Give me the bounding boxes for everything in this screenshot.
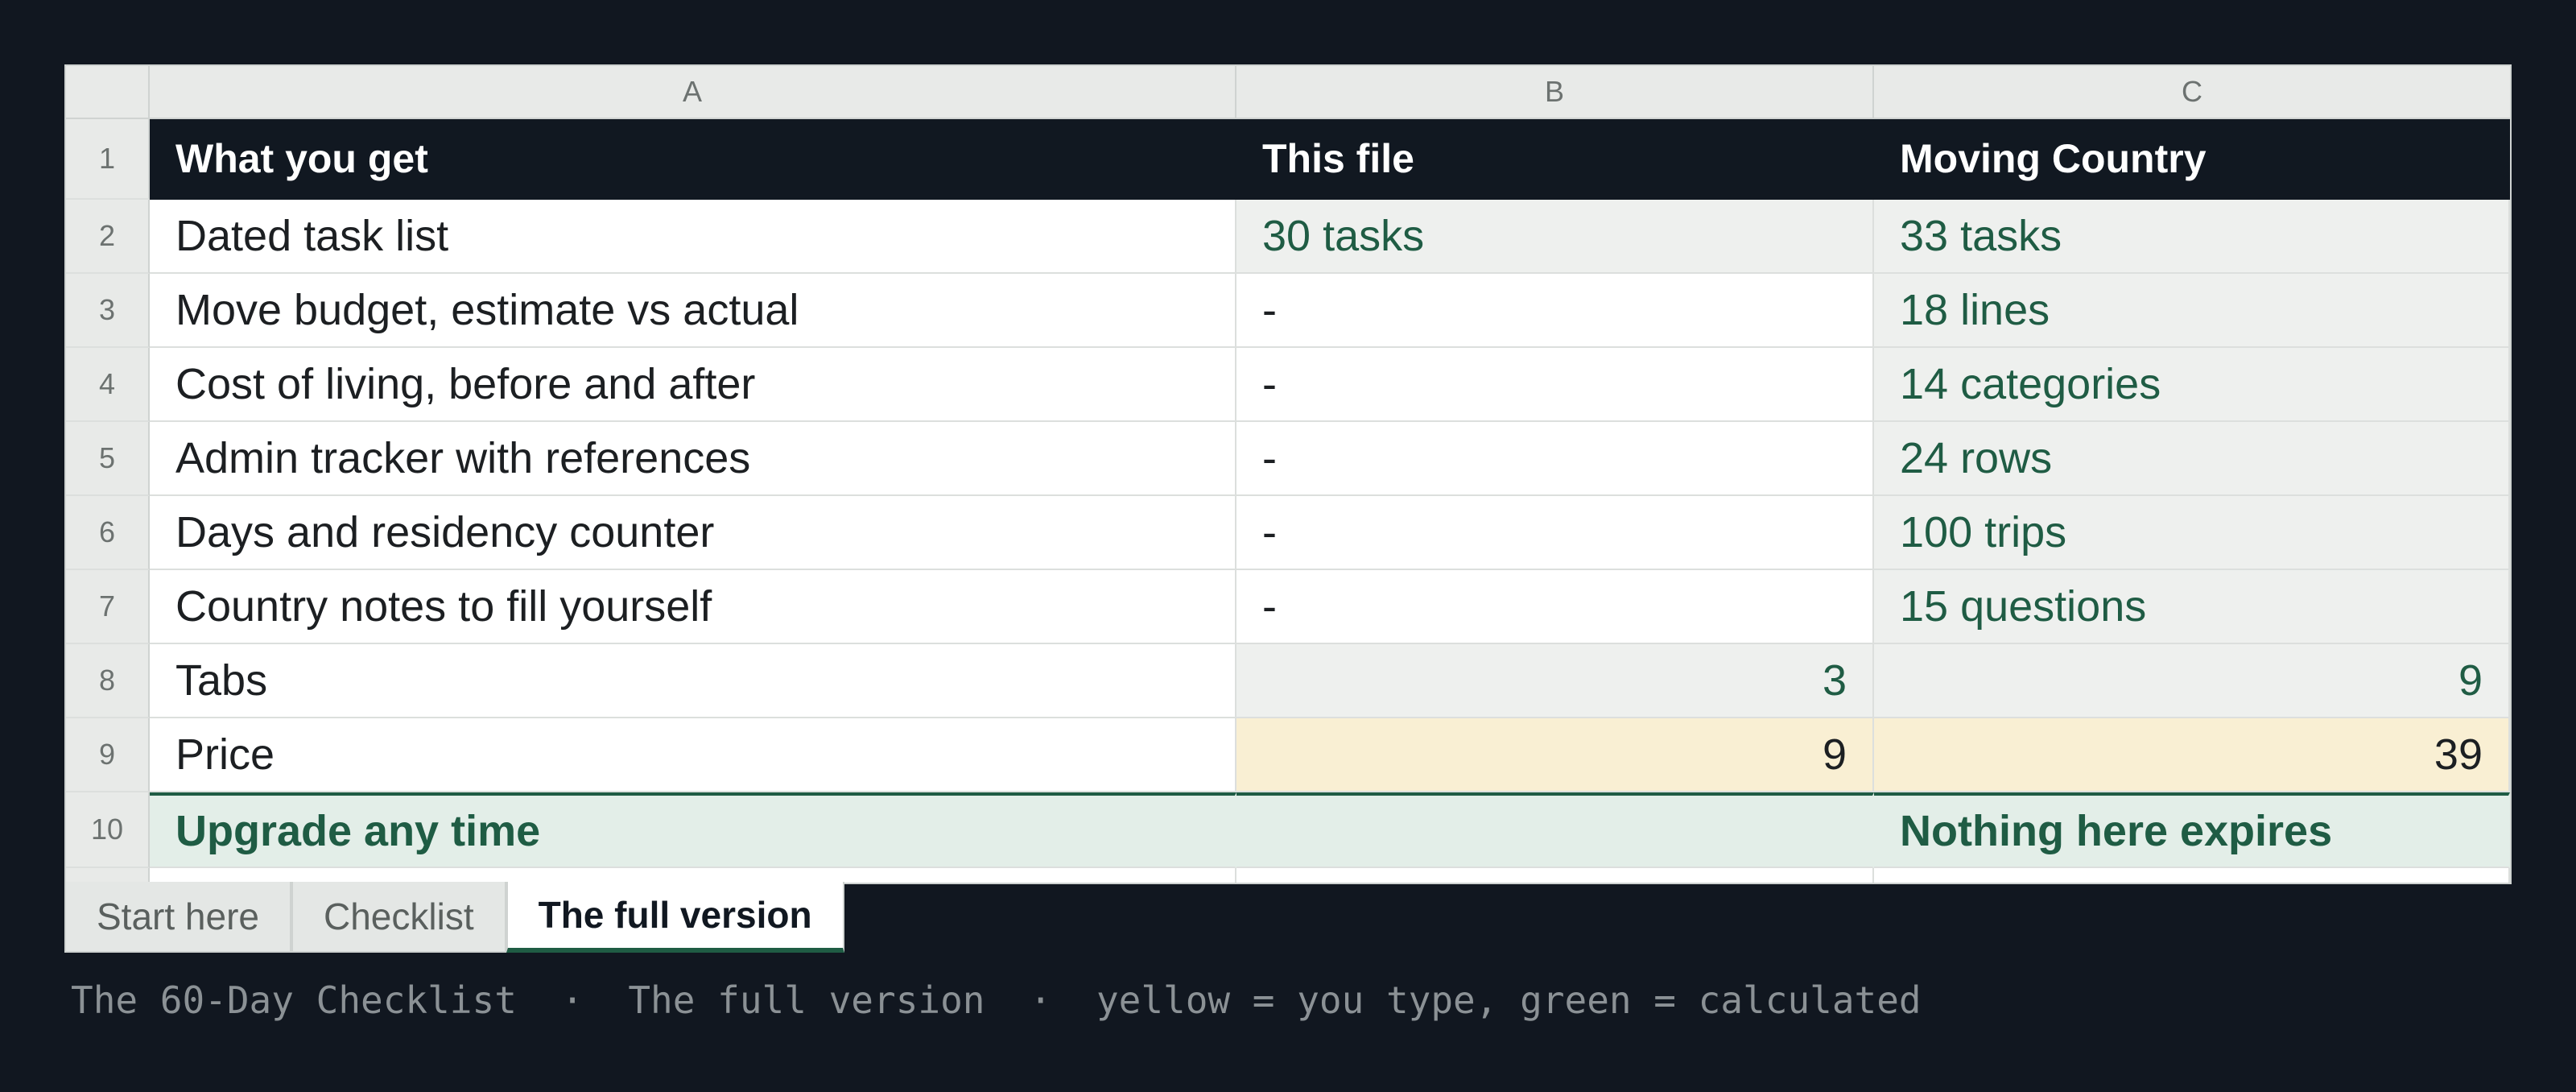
row-header-1[interactable]: 1 — [66, 119, 150, 200]
cell-c8[interactable]: 9 — [1874, 644, 2510, 718]
cell-c6[interactable]: 100 trips — [1874, 496, 2510, 570]
cell-a3[interactable]: Move budget, estimate vs actual — [150, 274, 1236, 348]
row-header-10[interactable]: 10 — [66, 792, 150, 868]
cell-a9[interactable]: Price — [150, 718, 1236, 792]
cell-c9[interactable]: 39 — [1874, 718, 2510, 792]
cell-a7[interactable]: Country notes to fill yourself — [150, 570, 1236, 644]
cell-a5[interactable]: Admin tracker with references — [150, 422, 1236, 496]
cell-b3[interactable]: - — [1236, 274, 1874, 348]
spreadsheet-grid: A B C 1 What you get This file Moving Co… — [64, 64, 2512, 884]
cell-b1[interactable]: This file — [1236, 119, 1874, 200]
cell-b2[interactable]: 30 tasks — [1236, 200, 1874, 274]
cell-b6[interactable]: - — [1236, 496, 1874, 570]
row-header-8[interactable]: 8 — [66, 644, 150, 718]
column-header-c[interactable]: C — [1874, 66, 2510, 119]
row-header-4[interactable]: 4 — [66, 348, 150, 422]
status-bar-text: The 60-Day Checklist · The full version … — [71, 978, 1922, 1022]
row-header-3[interactable]: 3 — [66, 274, 150, 348]
tab-the-full-version[interactable]: The full version — [506, 882, 844, 953]
tab-checklist[interactable]: Checklist — [291, 882, 506, 953]
cell-a10[interactable]: Upgrade any time — [150, 792, 1236, 868]
column-header-b[interactable]: B — [1236, 66, 1874, 119]
cell-a1[interactable]: What you get — [150, 119, 1236, 200]
cell-b11[interactable] — [1236, 868, 1874, 883]
cell-c10[interactable]: Nothing here expires — [1874, 792, 2510, 868]
cell-c2[interactable]: 33 tasks — [1874, 200, 2510, 274]
cell-b8[interactable]: 3 — [1236, 644, 1874, 718]
row-header-9[interactable]: 9 — [66, 718, 150, 792]
cell-c3[interactable]: 18 lines — [1874, 274, 2510, 348]
cell-a6[interactable]: Days and residency counter — [150, 496, 1236, 570]
cell-b4[interactable]: - — [1236, 348, 1874, 422]
cell-a2[interactable]: Dated task list — [150, 200, 1236, 274]
cell-a8[interactable]: Tabs — [150, 644, 1236, 718]
corner-select-all[interactable] — [66, 66, 150, 119]
cell-a4[interactable]: Cost of living, before and after — [150, 348, 1236, 422]
cell-b9[interactable]: 9 — [1236, 718, 1874, 792]
cell-c4[interactable]: 14 categories — [1874, 348, 2510, 422]
cell-a11[interactable] — [150, 868, 1236, 883]
cell-c11[interactable] — [1874, 868, 2510, 883]
row-header-7[interactable]: 7 — [66, 570, 150, 644]
cell-c5[interactable]: 24 rows — [1874, 422, 2510, 496]
row-header-2[interactable]: 2 — [66, 200, 150, 274]
cell-b5[interactable]: - — [1236, 422, 1874, 496]
tab-start-here[interactable]: Start here — [64, 882, 291, 953]
row-header-5[interactable]: 5 — [66, 422, 150, 496]
cell-b10[interactable] — [1236, 792, 1874, 868]
sheet-tabs: Start here Checklist The full version — [64, 882, 844, 954]
column-header-a[interactable]: A — [150, 66, 1236, 119]
cell-c7[interactable]: 15 questions — [1874, 570, 2510, 644]
row-header-11[interactable] — [66, 868, 150, 883]
cell-b7[interactable]: - — [1236, 570, 1874, 644]
cell-c1[interactable]: Moving Country — [1874, 119, 2510, 200]
row-header-6[interactable]: 6 — [66, 496, 150, 570]
